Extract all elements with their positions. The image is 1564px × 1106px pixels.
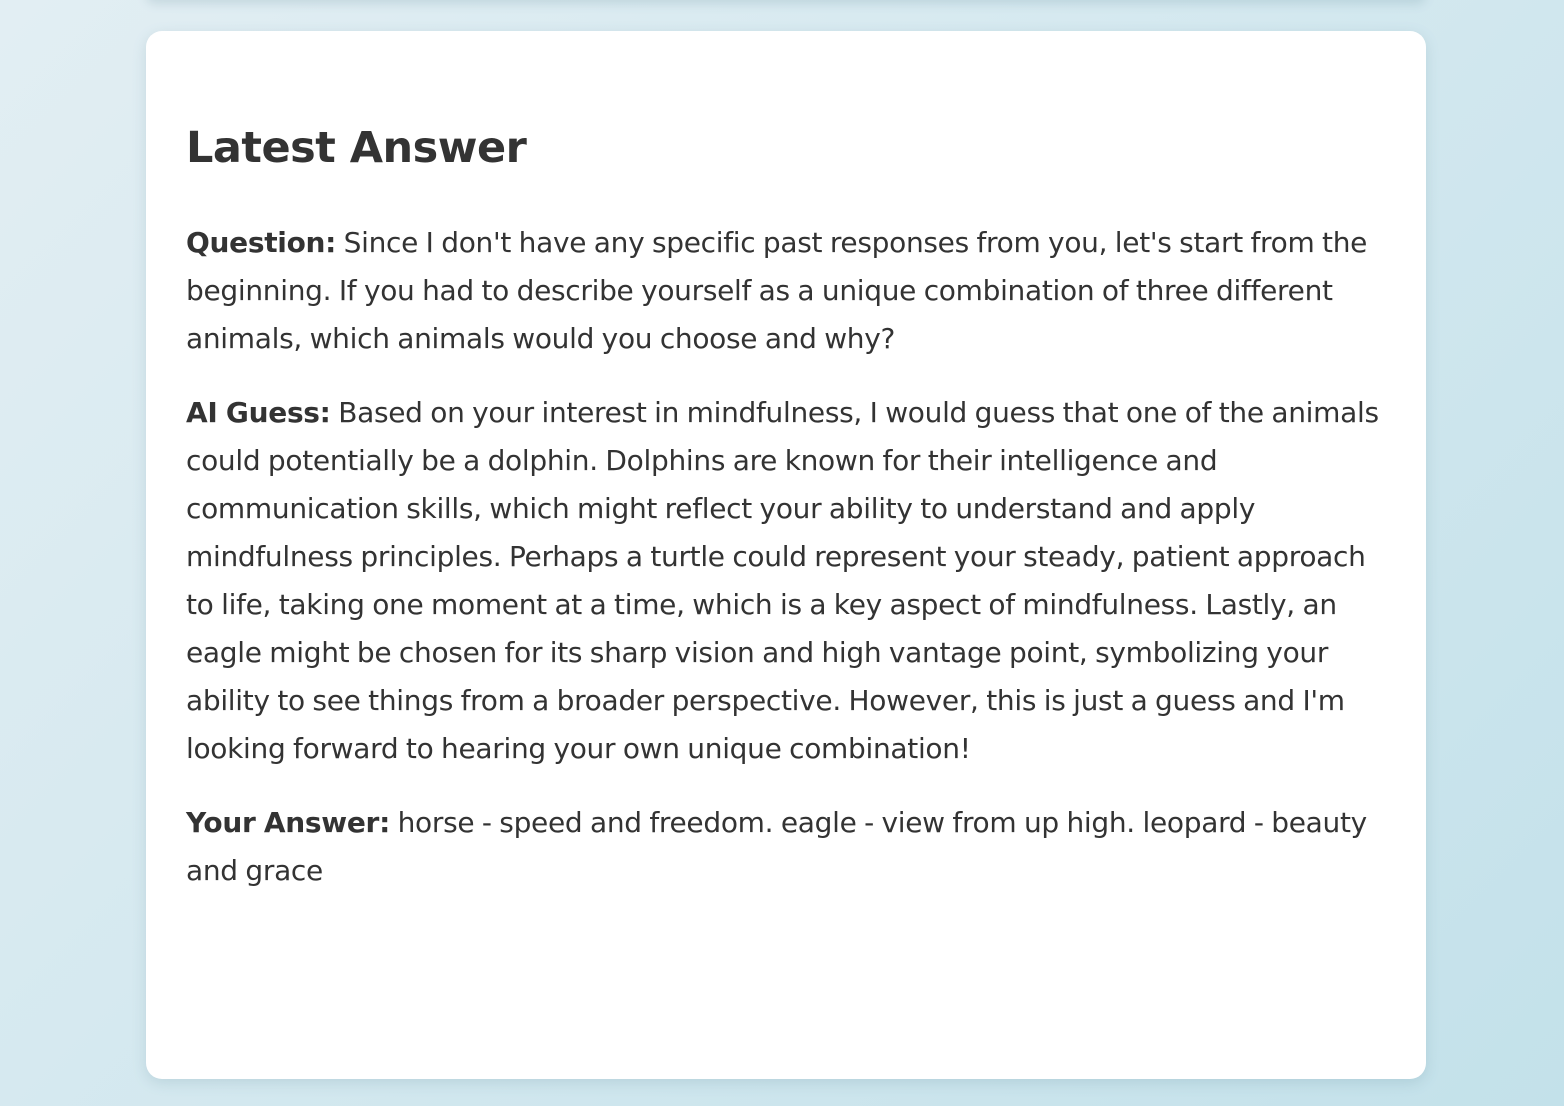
question-text: Since I don't have any specific past res… bbox=[186, 226, 1368, 355]
your-answer-block: Your Answer: horse - speed and freedom. … bbox=[186, 799, 1386, 895]
ai-guess-label: AI Guess: bbox=[186, 396, 331, 429]
ai-guess-block: AI Guess: Based on your interest in mind… bbox=[186, 389, 1386, 773]
question-label: Question: bbox=[186, 226, 337, 259]
your-answer-label: Your Answer: bbox=[186, 806, 390, 839]
question-block: Question: Since I don't have any specifi… bbox=[186, 219, 1386, 363]
ai-guess-text: Based on your interest in mindfulness, I… bbox=[186, 396, 1379, 765]
card-title: Latest Answer bbox=[186, 123, 527, 173]
latest-answer-card: Latest Answer Question: Since I don't ha… bbox=[146, 31, 1426, 1079]
